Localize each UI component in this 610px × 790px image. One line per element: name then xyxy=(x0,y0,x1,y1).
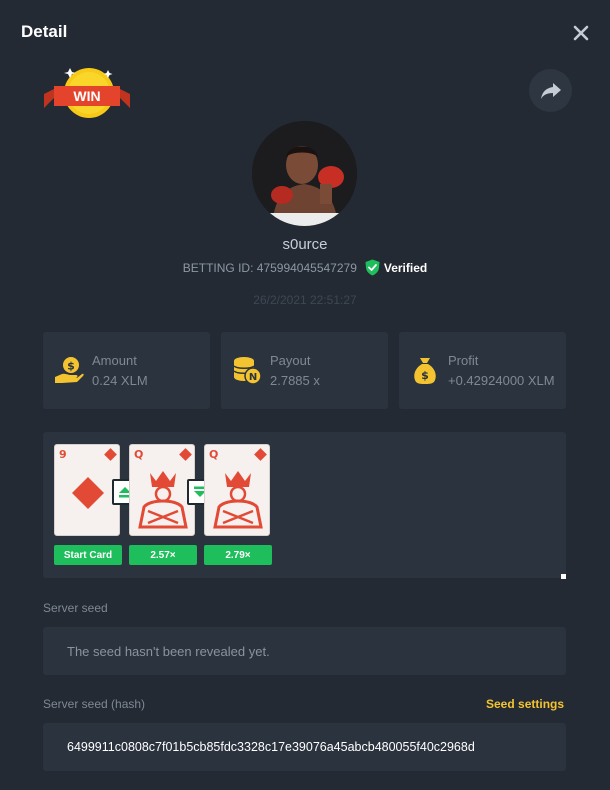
betting-id-row: BETTING ID: 475994045547279 Verified xyxy=(0,259,610,276)
playing-card: Q xyxy=(129,444,195,536)
shield-check-icon xyxy=(365,259,380,276)
verified-label: Verified xyxy=(383,260,428,275)
close-icon[interactable] xyxy=(570,22,592,44)
bet-timestamp: 26/2/2021 22:51:27 xyxy=(253,293,357,307)
money-bag-icon: $ xyxy=(414,358,436,384)
card-rank: 9 xyxy=(59,448,67,461)
svg-text:$: $ xyxy=(421,369,429,382)
queen-figure-icon xyxy=(213,471,263,529)
resize-handle[interactable] xyxy=(561,574,566,579)
bet-detail-dialog: Detail WIN s0urce BETTING ID: 4759940455… xyxy=(0,0,610,790)
card-multiplier-badge: 2.79× xyxy=(204,545,272,565)
server-seed-hash-field[interactable]: 6499911c0808c7f01b5cb85fdc3328c17e39076a… xyxy=(43,723,566,771)
seed-settings-link[interactable]: Seed settings xyxy=(486,697,564,711)
card-multiplier-badge: Start Card xyxy=(54,545,122,565)
server-seed-hash-label: Server seed (hash) xyxy=(43,697,146,711)
avatar xyxy=(252,121,357,226)
dialog-title: Detail xyxy=(21,22,68,41)
diamond-suit-icon xyxy=(72,477,104,509)
stat-payout-label: Payout xyxy=(270,353,311,368)
win-badge: WIN xyxy=(42,64,132,124)
diamond-suit-icon xyxy=(254,448,267,461)
diamond-suit-icon xyxy=(179,448,192,461)
stat-profit-value: +0.42924000 XLM xyxy=(448,373,555,388)
share-button[interactable] xyxy=(529,69,572,112)
coin-stack-icon: N xyxy=(233,357,262,385)
cards-history-panel: 9 Q Q Start Card 2.57× 2.79× xyxy=(43,432,566,579)
share-icon xyxy=(540,82,561,99)
stat-amount-label: Amount xyxy=(92,353,137,368)
diamond-suit-icon xyxy=(104,448,117,461)
verified-badge: Verified xyxy=(365,259,427,276)
svg-text:$: $ xyxy=(67,360,75,373)
stat-payout-value: 2.7885 x xyxy=(270,373,320,388)
stat-amount-value: 0.24 XLM xyxy=(92,373,148,388)
betting-id-value: 475994045547279 xyxy=(256,260,357,275)
stat-profit: $ Profit +0.42924000 XLM xyxy=(399,332,566,409)
playing-card: Q xyxy=(204,444,270,536)
betting-id-text: BETTING ID: 475994045547279 xyxy=(183,261,357,275)
win-badge-text: WIN xyxy=(73,88,100,104)
card-rank: Q xyxy=(209,448,219,461)
card-multiplier-badge: 2.57× xyxy=(129,545,197,565)
svg-text:N: N xyxy=(249,372,257,383)
stat-profit-label: Profit xyxy=(448,353,479,368)
stat-amount: $ Amount 0.24 XLM xyxy=(43,332,210,409)
queen-figure-icon xyxy=(138,471,188,529)
playing-card: 9 xyxy=(54,444,120,536)
server-seed-label: Server seed xyxy=(43,601,108,615)
money-hand-icon: $ xyxy=(55,357,84,383)
betting-id-label: BETTING ID: xyxy=(182,260,254,275)
server-seed-field: The seed hasn't been revealed yet. xyxy=(43,627,566,675)
card-rank: Q xyxy=(134,448,144,461)
username: s0urce xyxy=(282,236,328,253)
stat-payout: N Payout 2.7885 x xyxy=(221,332,388,409)
